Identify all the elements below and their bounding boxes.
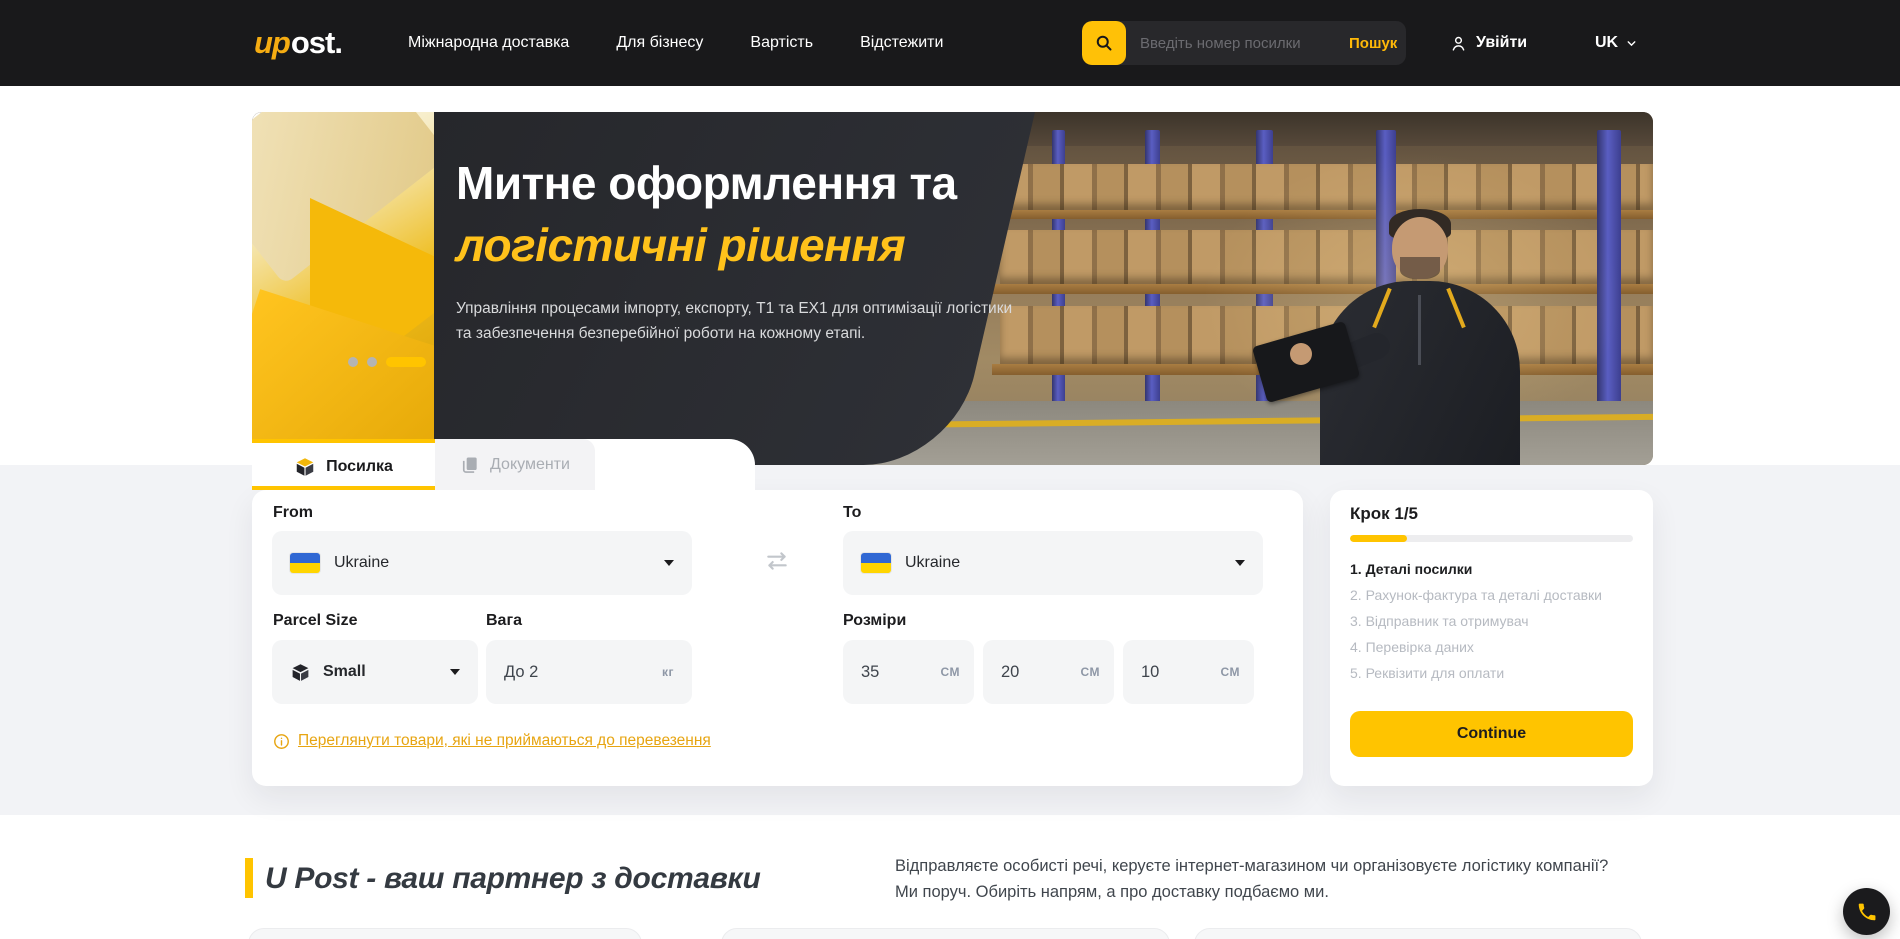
dimension-unit: см [1080,665,1100,679]
to-country-select[interactable]: Ukraine [843,531,1263,595]
carousel-dots [348,357,426,367]
documents-icon [460,455,480,475]
from-country-value: Ukraine [334,554,389,572]
from-country-select[interactable]: Ukraine [272,531,692,595]
tab-documents-label: Документи [490,456,570,474]
carousel-dot[interactable] [348,357,358,367]
to-country-value: Ukraine [905,554,960,572]
envelope-illustration [252,112,434,440]
direction-card[interactable] [721,928,1170,939]
phone-contact-button[interactable] [1843,888,1890,935]
weight-label: Вага [486,612,522,630]
step-item-5: 5. Реквізити для оплати [1350,660,1602,686]
dimension-unit: см [1220,665,1240,679]
hero-banner: Митне оформлення та логістичні рішення У… [252,112,1653,465]
caret-down-icon [1235,560,1245,566]
step-item-1: 1. Деталі посилки [1350,556,1602,582]
weight-input[interactable] [504,663,614,682]
search-input[interactable] [1126,35,1349,52]
step-counter: Крок 1/5 [1350,504,1418,524]
dimension-width-field: см [983,640,1114,704]
page: upost. Міжнародна доставка Для бізнесу В… [0,0,1900,939]
login-button[interactable]: Увійти [1449,0,1527,86]
hero-subtitle: Управління процесами імпорту, експорту, … [456,296,1012,346]
caret-down-icon [664,560,674,566]
logo[interactable]: upost. [254,0,342,86]
shipping-form-card: From Ukraine To Ukraine Parcel Size Smal… [252,490,1303,786]
heading-accent-bar [245,858,253,898]
carousel-dot[interactable] [367,357,377,367]
info-icon [273,733,290,750]
parcel-size-value: Small [323,663,366,681]
dimension-height-field: см [1123,640,1254,704]
ukraine-flag-icon [861,553,891,573]
caret-down-icon [450,669,460,675]
main-nav: Міжнародна доставка Для бізнесу Вартість… [408,0,943,86]
phone-icon [1856,901,1878,923]
dimension-width-input[interactable] [1001,663,1047,682]
weight-field: кг [486,640,692,704]
logo-part-yellow: up [254,25,290,61]
progress-bar [1350,535,1633,542]
logo-part-white: ost. [291,25,342,61]
parcel-box-icon [294,456,316,478]
nav-track[interactable]: Відстежити [860,34,943,52]
continue-button[interactable]: Continue [1350,711,1633,757]
header: upost. Міжнародна доставка Для бізнесу В… [0,0,1900,86]
nav-international-delivery[interactable]: Міжнародна доставка [408,34,569,52]
shipment-type-tabs: Посилка Документи [252,439,755,490]
dimension-unit: см [940,665,960,679]
step-item-2: 2. Рахунок-фактура та деталі доставки [1350,582,1602,608]
restricted-goods-link[interactable]: Переглянути товари, які не приймаються д… [273,732,711,750]
hero-title-line2: логістичні рішення [456,218,1012,272]
direction-card[interactable] [248,928,642,939]
chevron-down-icon [1625,37,1638,50]
hero-title-line1: Митне оформлення та [456,156,1012,210]
swap-countries-button[interactable] [762,546,792,576]
nav-pricing[interactable]: Вартість [750,34,813,52]
restricted-goods-link-text: Переглянути товари, які не приймаються д… [298,732,711,750]
search-icon [1094,33,1114,53]
carousel-dot-active[interactable] [386,357,426,367]
search-submit-button[interactable]: Пошук [1349,35,1406,52]
parcel-size-select[interactable]: Small [272,640,478,704]
parcel-size-label: Parcel Size [273,612,358,630]
progress-fill [1350,535,1407,542]
weight-unit: кг [662,665,674,679]
hero-text: Митне оформлення та логістичні рішення У… [456,156,1012,346]
dimension-length-input[interactable] [861,663,907,682]
search-button[interactable] [1082,21,1126,65]
nav-for-business[interactable]: Для бізнесу [616,34,703,52]
small-box-icon [290,662,311,683]
steps-card: Крок 1/5 1. Деталі посилки 2. Рахунок-фа… [1330,490,1653,786]
dimensions-label: Розміри [843,612,906,630]
step-item-4: 4. Перевірка даних [1350,634,1602,660]
section-heading: U Post - ваш партнер з доставки [265,862,760,896]
tab-parcel-label: Посилка [326,458,393,476]
to-label: To [843,504,861,522]
steps-list: 1. Деталі посилки 2. Рахунок-фактура та … [1350,556,1602,686]
warehouse-worker [1272,195,1575,465]
ukraine-flag-icon [290,553,320,573]
from-label: From [273,504,313,522]
tab-parcel[interactable]: Посилка [252,439,435,490]
search-bar: Пошук [1082,21,1406,65]
language-selector[interactable]: UK [1595,0,1638,86]
step-item-3: 3. Відправник та отримувач [1350,608,1602,634]
section-text: Відправляєте особисті речі, керуєте інте… [895,853,1685,905]
direction-card[interactable] [1194,928,1642,939]
swap-icon [764,548,790,574]
dimension-height-input[interactable] [1141,663,1187,682]
user-icon [1449,34,1468,53]
tracking-search: Пошук [1082,0,1406,86]
language-value: UK [1595,34,1618,52]
tab-documents[interactable]: Документи [435,439,595,490]
login-label: Увійти [1476,34,1527,52]
dimension-length-field: см [843,640,974,704]
